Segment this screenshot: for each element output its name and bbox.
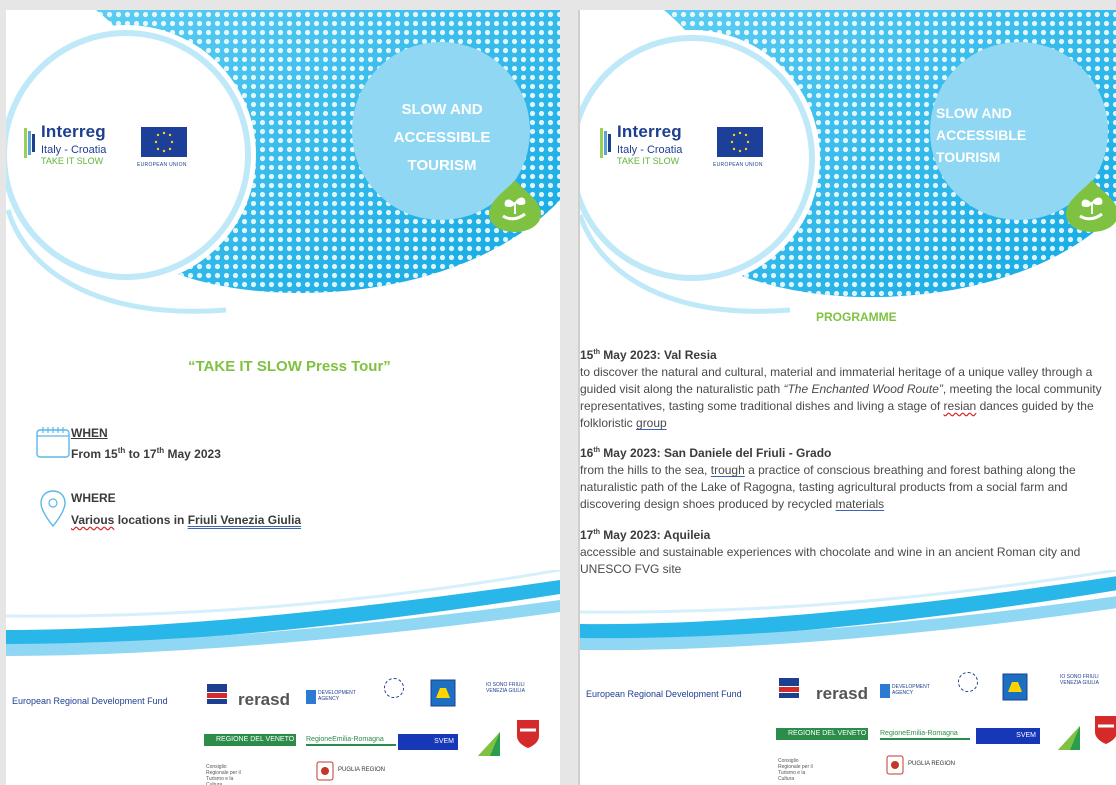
- calendar-icon: [36, 427, 70, 458]
- tourism-badge-text: SLOW AND ACCESSIBLE TOURISM: [393, 101, 491, 174]
- cover-page: Interreg Italy - Croatia TAKE IT SLOW EU…: [6, 10, 560, 785]
- when-label: WHEN: [71, 426, 108, 440]
- development-agency-logo: DEVELOPMENT AGENCY: [880, 684, 940, 698]
- eu-label: EUROPEAN UNION: [137, 162, 187, 168]
- regione-molise-logo: [1092, 714, 1116, 746]
- regione-abruzzo-logo: [1056, 716, 1082, 752]
- io-sono-fvg-logo: IO SONO FRIULI VENEZIA GIULIA: [486, 682, 525, 694]
- tourism-badge-text: SLOW AND ACCESSIBLE TOURISM: [936, 105, 1027, 165]
- io-sono-fvg-logo: IO SONO FRIULI VENEZIA GIULIA: [1060, 674, 1099, 686]
- regione-veneto-logo: REGIONE DEL VENETO: [776, 728, 868, 740]
- italy-flag-logo: [776, 676, 802, 702]
- programme-title: PROGRAMME: [816, 310, 897, 324]
- istarska-logo: [1000, 666, 1030, 706]
- seal-logo: [384, 678, 404, 698]
- puglia-region-logo: PUGLIA REGION: [338, 767, 386, 773]
- location-pin-icon: [40, 490, 66, 528]
- eu-label: EUROPEAN UNION: [713, 162, 763, 168]
- consiglio-logo: Consiglio Regionale per il Turismo e la …: [778, 758, 813, 782]
- seal-logo: [958, 672, 978, 692]
- regione-veneto-logo: REGIONE DEL VENETO: [204, 734, 296, 746]
- day-2-date: 16th May 2023: San Daniele del Friuli - …: [580, 446, 832, 460]
- logo-tagline: TAKE IT SLOW: [41, 156, 104, 166]
- when-value: From 15th to 17th May 2023: [71, 446, 221, 461]
- rerasd-logo: rerasd: [238, 690, 290, 709]
- programme-day-2: 16th May 2023: San Daniele del Friuli - …: [580, 442, 1116, 513]
- leaf-hand-icon: [1066, 180, 1116, 232]
- interreg-logo: Interreg Italy - Croatia TAKE IT SLOW EU…: [600, 122, 770, 178]
- eu-flag-icon: [717, 127, 763, 157]
- footer-wave-graphic: [580, 570, 1116, 651]
- regione-molise-logo: [514, 718, 542, 750]
- development-agency-logo: DEVELOPMENT AGENCY: [306, 690, 366, 704]
- logo-tagline: TAKE IT SLOW: [617, 156, 680, 166]
- where-value: Various locations in Friuli Venezia Giul…: [71, 513, 302, 527]
- consiglio-logo: Consiglio Regionale per il Turismo e la …: [206, 764, 241, 785]
- where-label: WHERE: [71, 491, 116, 505]
- fund-label: European Regional Development Fund: [12, 696, 168, 706]
- interreg-bars-icon: [24, 128, 35, 158]
- day-1-date: 15th May 2023: Val Resia: [580, 348, 717, 362]
- day-2-description: from the hills to the sea, trough a prac…: [580, 463, 1076, 511]
- eu-flag-icon: [141, 127, 187, 157]
- puglia-crest-logo: [316, 758, 334, 782]
- italy-flag-logo: [204, 682, 230, 708]
- logo-subtitle: Italy - Croatia: [41, 144, 107, 156]
- fund-label: European Regional Development Fund: [586, 689, 742, 699]
- puglia-crest-logo: [886, 752, 904, 776]
- footer-wave-graphic: [6, 570, 560, 656]
- programme-page: Interreg Italy - Croatia TAKE IT SLOW EU…: [578, 10, 1116, 785]
- day-3-date: 17th May 2023: Aquileia: [580, 528, 711, 542]
- svem-logo: SVEM: [398, 734, 458, 750]
- svem-logo: SVEM: [976, 728, 1040, 744]
- press-tour-title: “TAKE IT SLOW Press Tour”: [188, 358, 391, 375]
- logo-name: Interreg: [617, 122, 682, 141]
- interreg-logo: Interreg Italy - Croatia TAKE IT SLOW EU…: [24, 122, 194, 178]
- emilia-romagna-logo: RegioneEmilia-Romagna: [880, 728, 970, 740]
- logo-subtitle: Italy - Croatia: [617, 144, 683, 156]
- logo-name: Interreg: [41, 122, 106, 141]
- emilia-romagna-logo: RegioneEmilia-Romagna: [306, 734, 396, 746]
- interreg-bars-icon: [600, 128, 611, 158]
- day-1-description: to discover the natural and cultural, ma…: [580, 365, 1102, 430]
- istarska-logo: [428, 672, 458, 712]
- programme-day-1: 15th May 2023: Val Resia to discover the…: [580, 344, 1116, 432]
- regione-abruzzo-logo: [476, 722, 502, 758]
- leaf-hand-icon: [489, 180, 541, 232]
- rerasd-logo: rerasd: [816, 684, 868, 703]
- puglia-region-logo: PUGLIA REGION: [908, 761, 956, 767]
